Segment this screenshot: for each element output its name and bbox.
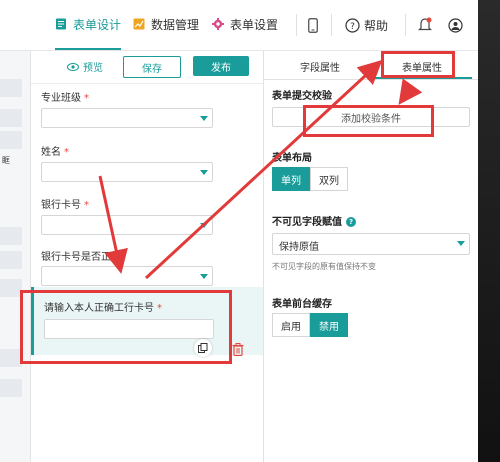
invisible-value-title: 不可见字段赋值? <box>272 213 356 228</box>
tab-field-properties[interactable]: 字段属性 <box>300 59 340 74</box>
divider <box>331 14 332 36</box>
sidebar-item[interactable] <box>0 79 22 97</box>
chevron-down-icon <box>200 170 208 175</box>
tab-label: 表单设计 <box>73 17 122 32</box>
card-number-select[interactable] <box>41 215 213 235</box>
name-select[interactable] <box>41 162 213 182</box>
divider <box>405 14 406 36</box>
chevron-down-icon <box>457 241 465 246</box>
selected-field[interactable]: 请输入本人正确工行卡号 * <box>31 287 263 355</box>
active-tab-indicator <box>372 77 472 79</box>
sidebar-item[interactable] <box>0 227 22 245</box>
sidebar-label: 眶 <box>2 156 10 165</box>
tab-form-properties[interactable]: 表单属性 <box>402 59 442 74</box>
tab-label: 数据管理 <box>151 17 200 32</box>
help-button[interactable]: ? 帮助 <box>345 17 388 33</box>
field-label-class: 专业班级 * <box>41 93 89 104</box>
panel-tabs: 字段属性 表单属性 <box>264 51 478 80</box>
eye-icon <box>67 62 79 71</box>
layout-title: 表单布局 <box>272 153 312 164</box>
canvas-toolbar: 预览 保存 发布 <box>31 51 263 84</box>
tab-form-design[interactable]: 表单设计 <box>55 0 122 50</box>
field-label-icbc-card: 请输入本人正确工行卡号 * <box>44 303 162 314</box>
sidebar-item[interactable] <box>0 279 22 297</box>
cache-enable[interactable]: 启用 <box>272 313 310 337</box>
chevron-down-icon <box>200 223 208 228</box>
help-label: 帮助 <box>364 18 389 33</box>
chevron-down-icon <box>200 274 208 279</box>
field-label-card-number: 银行卡号 * <box>41 200 89 211</box>
preview-label: 预览 <box>83 63 103 74</box>
phone-icon[interactable] <box>308 17 318 33</box>
invisible-value-hint: 不可见字段的原有值保持不变 <box>272 262 376 271</box>
chart-icon <box>133 18 145 30</box>
delete-field-button[interactable] <box>232 341 244 360</box>
tab-data-management[interactable]: 数据管理 <box>133 0 199 48</box>
window-edge <box>478 0 500 462</box>
sidebar-item[interactable] <box>0 109 22 127</box>
preview-button[interactable]: 预览 <box>67 59 103 74</box>
sidebar-item[interactable] <box>0 379 22 397</box>
form-canvas: 预览 保存 发布 专业班级 * 姓名 * 银行卡号 * 银行卡号是否正确 请输入本人正… <box>31 51 264 462</box>
document-icon <box>56 18 66 30</box>
field-label-name: 姓名 * <box>41 147 69 158</box>
top-bar: 表单设计 数据管理 表单设置 ? 帮助 <box>0 0 478 51</box>
copy-field-button[interactable] <box>194 339 212 357</box>
add-validation-button[interactable]: 添加校验条件 <box>272 107 470 127</box>
properties-panel: 字段属性 表单属性 表单提交校验 添加校验条件 表单布局 单列 双列 不可见字段… <box>264 51 478 462</box>
user-icon[interactable] <box>448 17 463 33</box>
layout-two-column[interactable]: 双列 <box>310 167 348 191</box>
sidebar-item[interactable] <box>0 349 22 367</box>
save-button[interactable]: 保存 <box>123 56 181 78</box>
divider <box>296 14 297 36</box>
svg-text:?: ? <box>350 22 355 32</box>
help-icon: ? <box>345 17 360 33</box>
tab-label: 表单设置 <box>230 17 279 32</box>
card-correct-select[interactable] <box>41 266 213 286</box>
sidebar-item[interactable] <box>0 131 22 149</box>
field-label-card-correct: 银行卡号是否正确 <box>41 252 121 263</box>
watermark-text: jingyan.baidu.com <box>384 440 478 450</box>
copy-icon <box>198 343 208 353</box>
class-select[interactable] <box>41 108 213 128</box>
tab-form-settings[interactable]: 表单设置 <box>212 0 278 48</box>
help-icon[interactable]: ? <box>346 217 356 227</box>
layout-single-column[interactable]: 单列 <box>272 167 310 191</box>
submit-validation-title: 表单提交校验 <box>272 91 332 102</box>
trash-icon <box>232 343 244 357</box>
sidebar-item[interactable] <box>0 251 22 269</box>
icbc-card-input[interactable] <box>44 319 214 339</box>
field-sidebar: 眶 <box>0 51 31 462</box>
bell-icon[interactable] <box>418 17 432 33</box>
cache-disable[interactable]: 禁用 <box>310 313 348 337</box>
chevron-down-icon <box>200 116 208 121</box>
invisible-value-select[interactable]: 保持原值 <box>272 233 470 255</box>
form-designer-window: 表单设计 数据管理 表单设置 ? 帮助 眶 预览 保存 发布 专业班级 * 姓名… <box>0 0 478 462</box>
publish-button[interactable]: 发布 <box>193 56 249 76</box>
gear-icon <box>212 18 224 30</box>
cache-title: 表单前台缓存 <box>272 299 332 310</box>
invisible-value-selected: 保持原值 <box>279 242 319 253</box>
